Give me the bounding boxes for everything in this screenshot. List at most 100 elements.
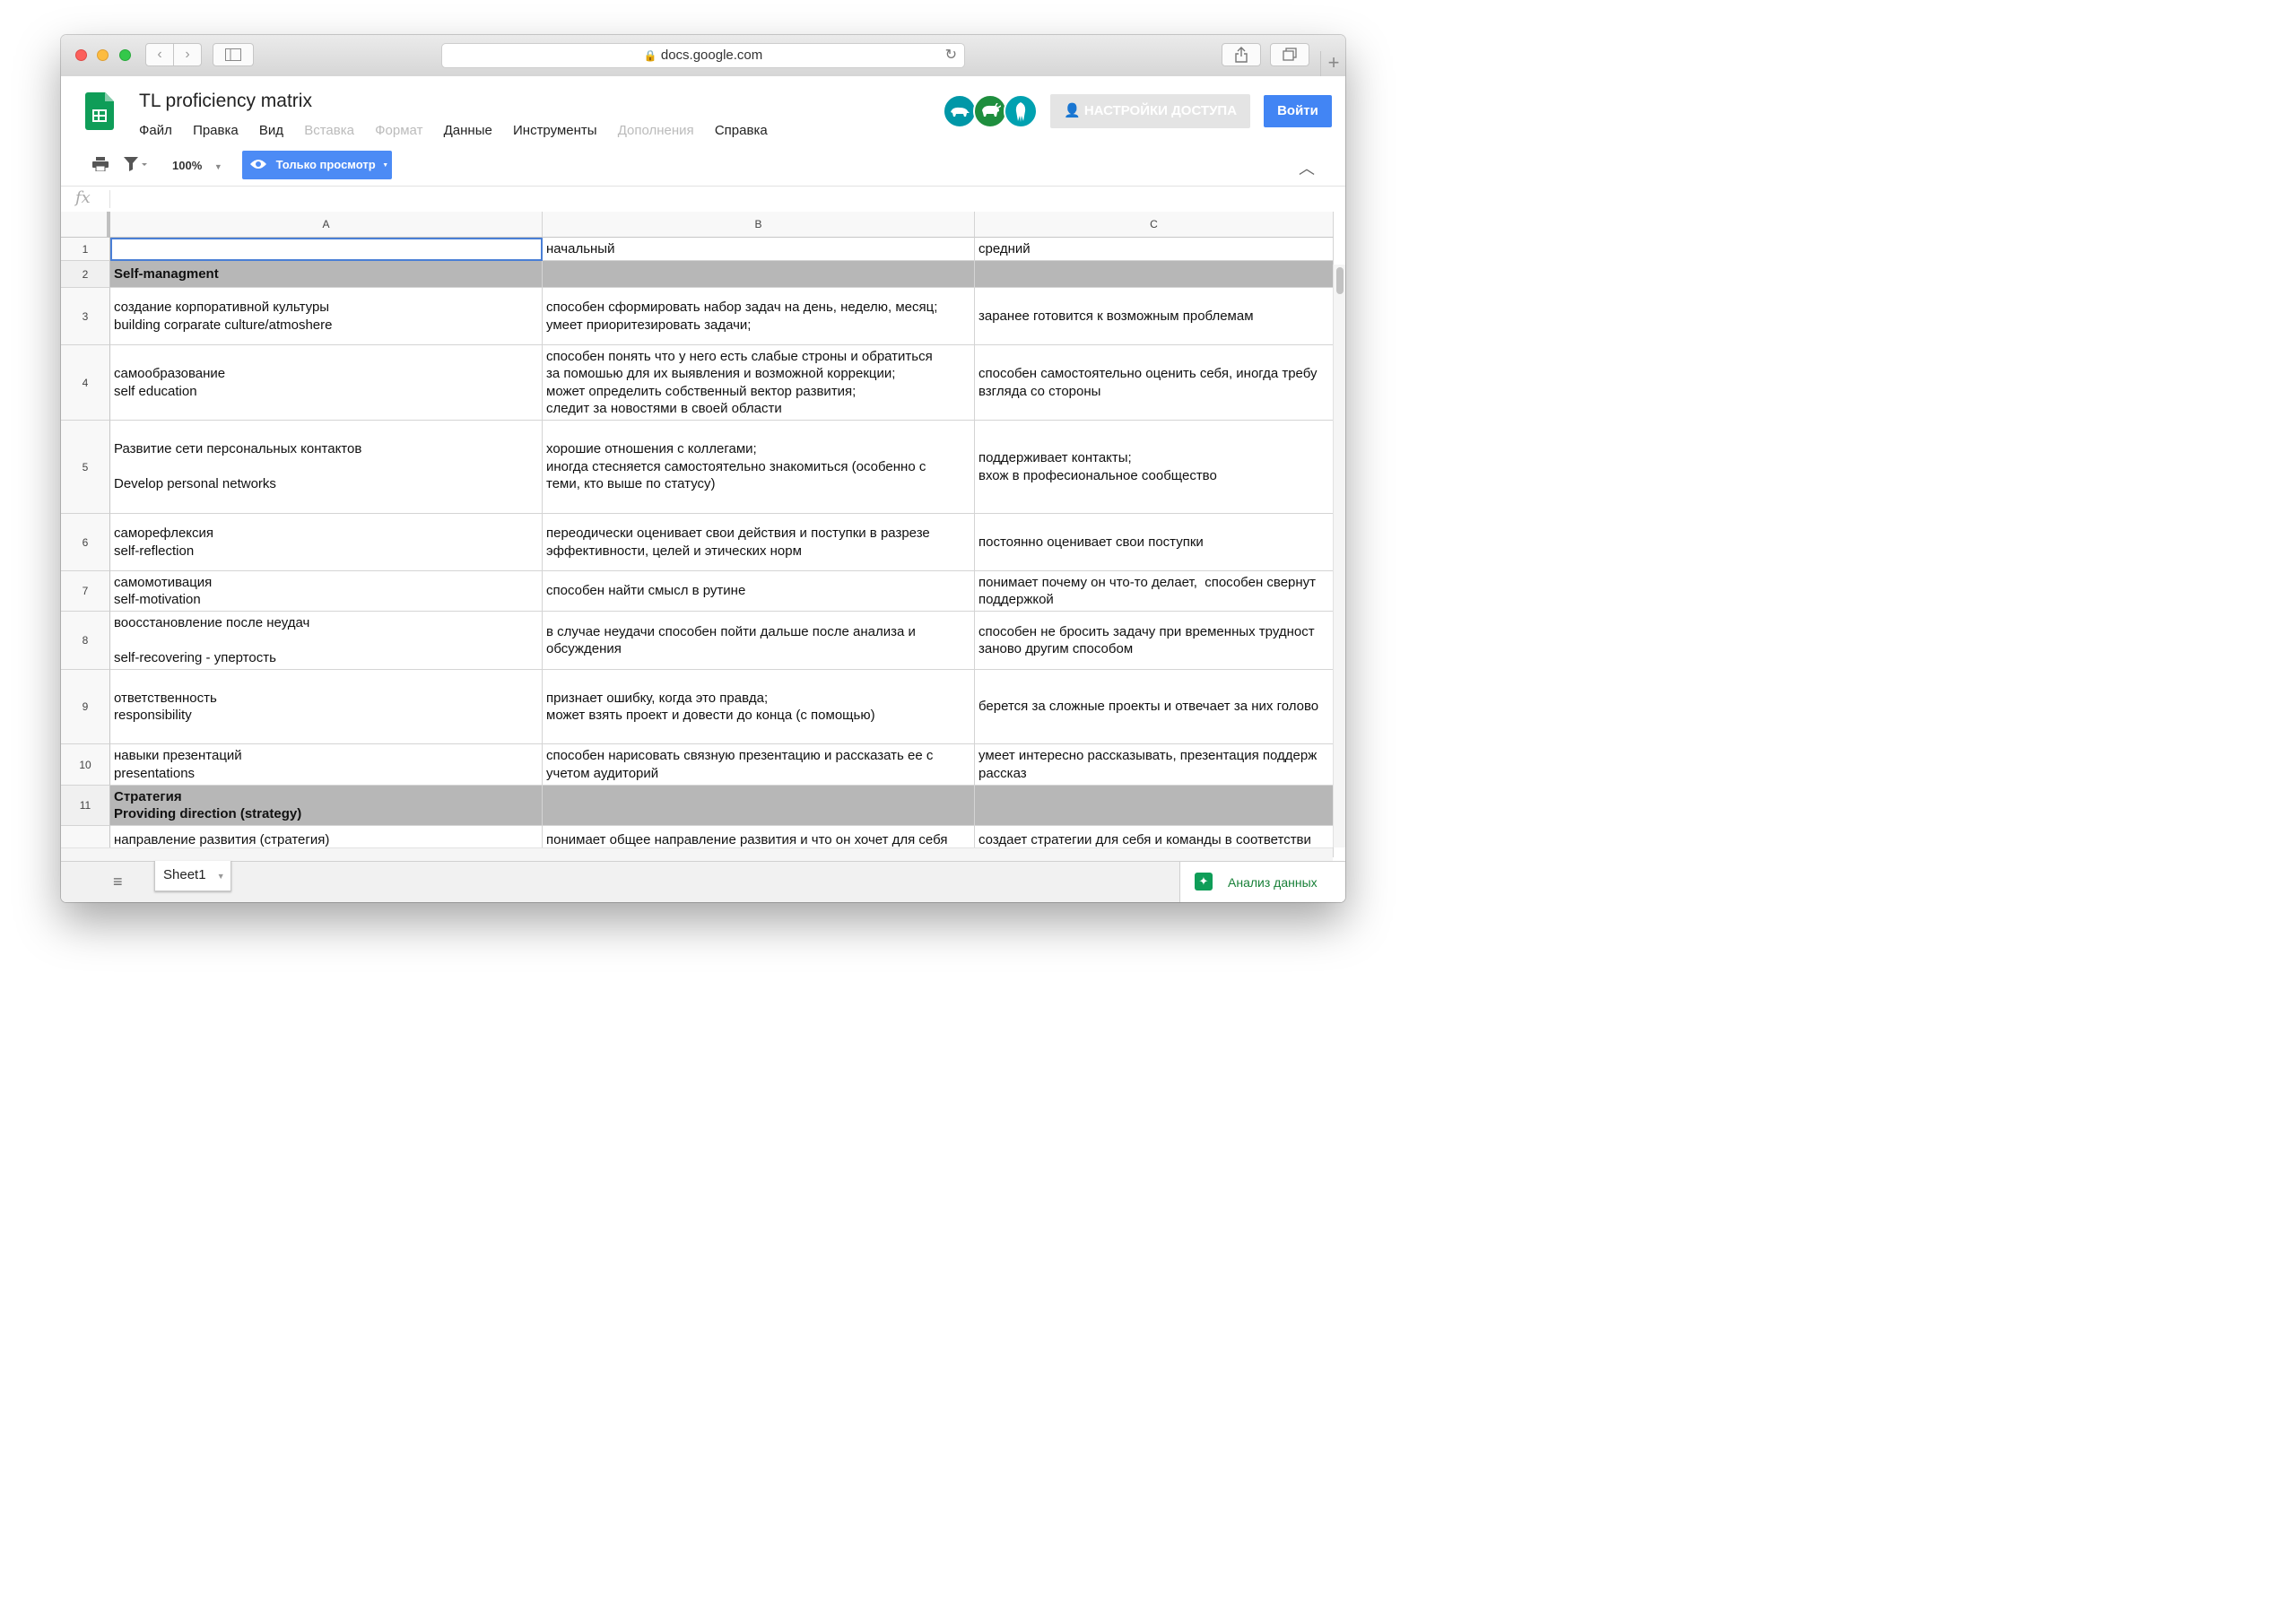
forward-button[interactable]: › xyxy=(173,43,202,66)
menu-help[interactable]: Справка xyxy=(715,123,768,138)
sheets-logo-icon[interactable] xyxy=(85,92,114,130)
share-icon xyxy=(1235,47,1248,63)
table-cell[interactable] xyxy=(543,786,975,826)
table-cell[interactable]: ответственность responsibility xyxy=(110,670,543,744)
table-cell[interactable]: умеет интересно рассказывать, презентаци… xyxy=(975,744,1334,786)
squid-icon[interactable] xyxy=(1004,94,1038,128)
table-cell[interactable] xyxy=(975,786,1334,826)
document-title[interactable]: TL proficiency matrix xyxy=(139,91,312,112)
table-cell[interactable]: берется за сложные проекты и отвечает за… xyxy=(975,670,1334,744)
table-cell[interactable]: понимает почему он что-то делает, способ… xyxy=(975,571,1334,612)
table-cell[interactable]: способен не бросить задачу при временных… xyxy=(975,612,1334,670)
table-cell[interactable] xyxy=(543,261,975,288)
table-cell[interactable]: начальный xyxy=(543,238,975,261)
zoom-select[interactable]: 100% ▼ xyxy=(172,159,222,172)
menu-tools[interactable]: Инструменты xyxy=(513,123,597,138)
column-header-b[interactable]: B xyxy=(543,212,975,238)
table-cell[interactable]: способен самостоятельно оценить себя, ин… xyxy=(975,345,1334,421)
table-cell[interactable]: воосстановление после неудач self-recove… xyxy=(110,612,543,670)
share-page-button[interactable] xyxy=(1222,43,1261,66)
row-header[interactable]: 11 xyxy=(61,786,110,826)
table-cell[interactable]: в случае неудачи способен пойти дальше п… xyxy=(543,612,975,670)
selected-cell-outline xyxy=(110,238,543,261)
address-bar[interactable]: 🔒 docs.google.com ↻ xyxy=(441,43,965,68)
new-tab-button[interactable]: + xyxy=(1320,51,1345,76)
explore-button[interactable]: ✦ Анализ данных xyxy=(1179,862,1345,902)
table-cell[interactable]: переодически оценивает свои действия и п… xyxy=(543,514,975,571)
scroll-thumb[interactable] xyxy=(1336,267,1344,294)
spreadsheet-grid: A B C 1 начальный средний 2 Self-managment 3 с… xyxy=(61,212,1345,861)
tapir-icon[interactable] xyxy=(943,94,977,128)
row-header[interactable]: 1 xyxy=(61,238,110,261)
table-cell[interactable]: самомотивация self-motivation xyxy=(110,571,543,612)
formula-input[interactable] xyxy=(109,190,1330,208)
person-icon: 👤 xyxy=(1063,103,1081,118)
row-header[interactable]: 9 xyxy=(61,670,110,744)
table-cell[interactable]: создание корпоративной культуры building… xyxy=(110,288,543,345)
sidebar-toggle-button[interactable] xyxy=(213,43,254,66)
formula-bar: fx xyxy=(61,187,1345,213)
menu-data[interactable]: Данные xyxy=(444,123,492,138)
login-button[interactable]: Войти xyxy=(1264,95,1332,127)
row-header[interactable]: 5 xyxy=(61,421,110,514)
table-cell[interactable]: саморефлексия self-reflection xyxy=(110,514,543,571)
table-cell[interactable]: способен сформировать набор задач на ден… xyxy=(543,288,975,345)
menu-view[interactable]: Вид xyxy=(259,123,283,138)
zoom-window-button[interactable] xyxy=(119,49,131,61)
reload-icon[interactable]: ↻ xyxy=(945,44,957,67)
back-button[interactable]: ‹ xyxy=(145,43,174,66)
table-cell[interactable]: способен найти смысл в рутине xyxy=(543,571,975,612)
row-header[interactable]: 3 xyxy=(61,288,110,345)
table-cell[interactable]: способен понять что у него есть слабые с… xyxy=(543,345,975,421)
column-header-a[interactable]: A xyxy=(110,212,543,238)
table-cell[interactable]: способен нарисовать связную презентацию … xyxy=(543,744,975,786)
sidebar-icon xyxy=(225,48,241,61)
explore-icon: ✦ xyxy=(1195,873,1213,891)
tabs-icon xyxy=(1283,48,1297,61)
table-cell[interactable]: навыки презентаций presentations xyxy=(110,744,543,786)
table-cell[interactable]: средний xyxy=(975,238,1334,261)
share-settings-button[interactable]: 👤 НАСТРОЙКИ ДОСТУПА xyxy=(1050,94,1250,128)
collapse-chevron-icon[interactable]: ︿ xyxy=(1299,156,1315,179)
all-sheets-icon[interactable]: ≡ xyxy=(113,873,123,891)
menu-addons[interactable]: Дополнения xyxy=(618,123,694,138)
table-cell[interactable]: признает ошибку, когда это правда; может… xyxy=(543,670,975,744)
minimize-window-button[interactable] xyxy=(97,49,109,61)
buffalo-icon[interactable] xyxy=(973,94,1007,128)
print-icon[interactable] xyxy=(92,157,109,176)
table-cell[interactable]: Стратегия Providing direction (strategy) xyxy=(110,786,543,826)
filter-icon[interactable] xyxy=(124,157,147,176)
row-header[interactable]: 7 xyxy=(61,571,110,612)
menu-edit[interactable]: Правка xyxy=(193,123,239,138)
horizontal-scrollbar[interactable] xyxy=(61,847,1333,861)
zoom-value: 100% xyxy=(172,159,203,172)
menu-file[interactable]: Файл xyxy=(139,123,172,138)
row-header[interactable]: 2 xyxy=(61,261,110,288)
menu-format[interactable]: Формат xyxy=(375,123,422,138)
vertical-scrollbar[interactable] xyxy=(1333,265,1345,847)
sheet-tabs-bar: ≡ Sheet1 ▼ ✦ Анализ данных xyxy=(61,861,1345,902)
browser-window: ‹ › 🔒 docs.google.com ↻ + TL proficiency… xyxy=(61,35,1345,902)
table-cell[interactable]: поддерживает контакты; вхож в професиона… xyxy=(975,421,1334,514)
table-cell[interactable]: Self-managment xyxy=(110,261,543,288)
caret-down-icon: ▼ xyxy=(382,162,389,169)
row-header[interactable]: 8 xyxy=(61,612,110,670)
table-cell[interactable]: самообразование self education xyxy=(110,345,543,421)
table-cell[interactable]: хорошие отношения с коллегами; иногда ст… xyxy=(543,421,975,514)
menu-insert[interactable]: Вставка xyxy=(304,123,354,138)
select-all-corner[interactable] xyxy=(61,212,110,238)
close-window-button[interactable] xyxy=(75,49,87,61)
tabs-overview-button[interactable] xyxy=(1270,43,1309,66)
table-cell[interactable]: Развитие сети персональных контактов Dev… xyxy=(110,421,543,514)
sheet-tab[interactable]: Sheet1 ▼ xyxy=(154,861,231,891)
eye-icon xyxy=(250,160,266,169)
table-cell[interactable] xyxy=(975,261,1334,288)
column-header-c[interactable]: C xyxy=(975,212,1334,238)
table-cell[interactable]: заранее готовится к возможным проблемам xyxy=(975,288,1334,345)
row-header[interactable]: 10 xyxy=(61,744,110,786)
table-cell[interactable]: постоянно оценивает свои поступки xyxy=(975,514,1334,571)
view-only-button[interactable]: Только просмотр ▼ xyxy=(242,151,392,179)
plus-icon: + xyxy=(1327,51,1340,74)
row-header[interactable]: 4 xyxy=(61,345,110,421)
row-header[interactable]: 6 xyxy=(61,514,110,571)
